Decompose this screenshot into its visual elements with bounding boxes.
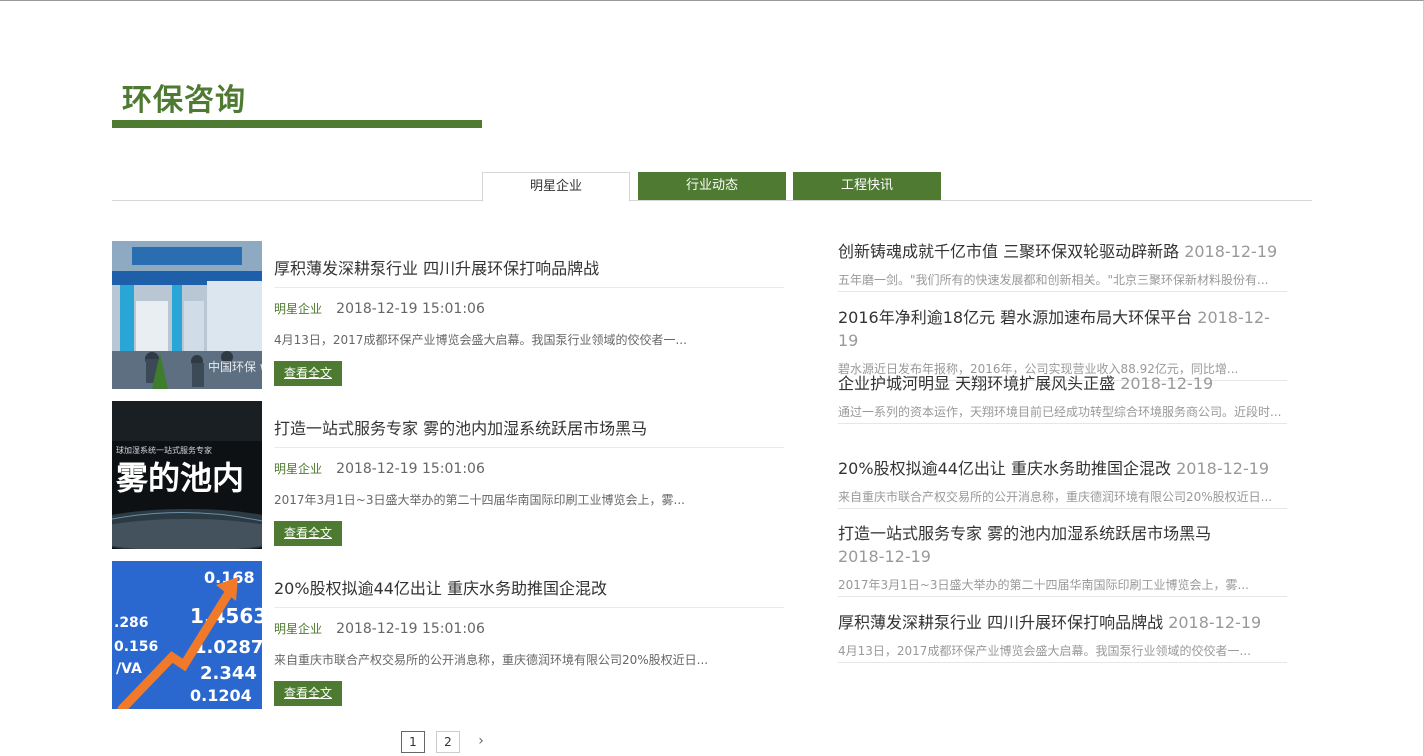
section-title: 环保咨询 [122, 83, 246, 118]
board-number: /VA [116, 661, 142, 677]
page-2-button[interactable]: 2 [436, 731, 460, 753]
article-summary: 4月13日，2017成都环保产业博览会盛大启幕。我国泵行业领域的佼佼者一... [274, 333, 687, 347]
news-summary: 2017年3月1日~3日盛大举办的第二十四届华南国际印刷工业博览会上，雾... [838, 578, 1249, 592]
news-summary: 来自重庆市联合产权交易所的公开消息称，重庆德润环境有限公司20%股权近日... [838, 490, 1273, 504]
board-number: 0.1204 [190, 686, 252, 705]
board-number: 2.344 [200, 663, 257, 684]
title-underline [112, 120, 482, 128]
tab-bar-line [112, 200, 1312, 201]
news-summary: 4月13日，2017成都环保产业博览会盛大启幕。我国泵行业领域的佼佼者一... [838, 644, 1251, 658]
news-item: 厚积薄发深耕泵行业 四川升展环保打响品牌战 2018-12-19 4月13日，2… [838, 611, 1287, 663]
article-title[interactable]: 20%股权拟逾44亿出让 重庆水务助推国企混改 [274, 575, 607, 599]
tab-project-news[interactable]: 工程快讯 [793, 172, 941, 200]
news-date: 2018-12-19 [1168, 613, 1262, 632]
news-title-text[interactable]: 20%股权拟逾44亿出让 重庆水务助推国企混改 [838, 459, 1171, 478]
news-title[interactable]: 2016年净利逾18亿元 碧水源加速布局大环保平台 2018-12-19 [838, 306, 1287, 352]
news-title-text[interactable]: 企业护城河明显 天翔环境扩展风头正盛 [838, 374, 1115, 393]
thumbnail-headline: 雾的池内 [116, 459, 244, 497]
news-item: 企业护城河明显 天翔环境扩展风头正盛 2018-12-19 通过一系列的资本运作… [838, 372, 1287, 424]
news-date: 2018-12-19 [1184, 242, 1278, 261]
news-item: 创新铸魂成就千亿市值 三聚环保双轮驱动辟新路 2018-12-19 五年磨一剑。… [838, 240, 1287, 292]
news-date: 2018-12-19 [1120, 374, 1214, 393]
news-item: 打造一站式服务专家 雾的池内加湿系统跃居市场黑马 2018-12-19 2017年… [838, 522, 1287, 597]
article-summary: 2017年3月1日~3日盛大举办的第二十四届华南国际印刷工业博览会上，雾... [274, 493, 685, 507]
news-item: 20%股权拟逾44亿出让 重庆水务助推国企混改 2018-12-19 来自重庆市… [838, 457, 1287, 509]
news-title[interactable]: 创新铸魂成就千亿市值 三聚环保双轮驱动辟新路 2018-12-19 [838, 240, 1287, 263]
article-summary: 来自重庆市联合产权交易所的公开消息称，重庆德润环境有限公司20%股权近日... [274, 653, 709, 667]
article-meta: 明星企业 2018-12-19 15:01:06 [274, 460, 485, 477]
read-more-button[interactable]: 查看全文 [274, 361, 342, 386]
article-datetime: 2018-12-19 15:01:06 [336, 461, 485, 477]
board-number: .286 [114, 615, 149, 631]
article-card: 中国环保 www.hbzhan 厚积薄发深耕泵行业 四川升展环保打响品牌战 明星… [112, 241, 784, 391]
article-meta: 明星企业 2018-12-19 15:01:06 [274, 620, 485, 637]
article-datetime: 2018-12-19 15:01:06 [336, 621, 485, 637]
article-title[interactable]: 厚积薄发深耕泵行业 四川升展环保打响品牌战 [274, 255, 599, 279]
read-more-button[interactable]: 查看全文 [274, 681, 342, 706]
article-datetime: 2018-12-19 15:01:06 [336, 301, 485, 317]
news-summary: 五年磨一剑。"我们所有的快速发展都和创新相关。"北京三聚环保新材料股份有... [838, 273, 1269, 287]
divider [274, 447, 784, 448]
article-card: 球加湿系统一站式服务专家 雾的池内 打造一站式服务专家 雾的池内加湿系统跃居市场… [112, 401, 784, 551]
divider [274, 287, 784, 288]
article-category[interactable]: 明星企业 [274, 302, 322, 316]
page-1-button[interactable]: 1 [401, 731, 425, 753]
read-more-button[interactable]: 查看全文 [274, 521, 342, 546]
news-title-text[interactable]: 厚积薄发深耕泵行业 四川升展环保打响品牌战 [838, 613, 1163, 632]
tab-industry-news[interactable]: 行业动态 [638, 172, 786, 200]
news-title-text[interactable]: 创新铸魂成就千亿市值 三聚环保双轮驱动辟新路 [838, 242, 1179, 261]
news-item: 2016年净利逾18亿元 碧水源加速布局大环保平台 2018-12-19 碧水源… [838, 306, 1287, 381]
news-title[interactable]: 打造一站式服务专家 雾的池内加湿系统跃居市场黑马 2018-12-19 [838, 522, 1287, 568]
divider [274, 607, 784, 608]
article-title[interactable]: 打造一站式服务专家 雾的池内加湿系统跃居市场黑马 [274, 415, 647, 439]
news-date: 2018-12-19 [838, 547, 931, 566]
thumbnail-subtext: 球加湿系统一站式服务专家 [116, 445, 212, 455]
board-number: 1.4563 [190, 604, 262, 628]
article-meta: 明星企业 2018-12-19 15:01:06 [274, 300, 485, 317]
article-category[interactable]: 明星企业 [274, 622, 322, 636]
news-title[interactable]: 20%股权拟逾44亿出让 重庆水务助推国企混改 2018-12-19 [838, 457, 1287, 480]
tab-star-enterprise[interactable]: 明星企业 [482, 172, 630, 202]
board-number: 0.156 [114, 639, 158, 655]
article-thumbnail-stock-board[interactable]: 0.168 1.4563 1.0287 2.344 0.1204 .286 0.… [112, 561, 262, 709]
news-title-text[interactable]: 2016年净利逾18亿元 碧水源加速布局大环保平台 [838, 308, 1192, 327]
news-date: 2018-12-19 [1176, 459, 1270, 478]
news-summary: 通过一系列的资本运作，天翔环境目前已经成功转型综合环境服务商公司。近段时... [838, 405, 1282, 419]
news-title[interactable]: 企业护城河明显 天翔环境扩展风头正盛 2018-12-19 [838, 372, 1287, 395]
article-card: 0.168 1.4563 1.0287 2.344 0.1204 .286 0.… [112, 561, 784, 711]
next-page-chevron-icon[interactable]: › [473, 731, 489, 753]
news-title-text[interactable]: 打造一站式服务专家 雾的池内加湿系统跃居市场黑马 [838, 524, 1211, 543]
thumbnail-watermark: 中国环保 www.hbzhan [208, 359, 262, 374]
news-title[interactable]: 厚积薄发深耕泵行业 四川升展环保打响品牌战 2018-12-19 [838, 611, 1287, 634]
article-thumbnail-expo[interactable]: 中国环保 www.hbzhan [112, 241, 262, 389]
article-category[interactable]: 明星企业 [274, 462, 322, 476]
article-thumbnail-humidifier[interactable]: 球加湿系统一站式服务专家 雾的池内 [112, 401, 262, 549]
